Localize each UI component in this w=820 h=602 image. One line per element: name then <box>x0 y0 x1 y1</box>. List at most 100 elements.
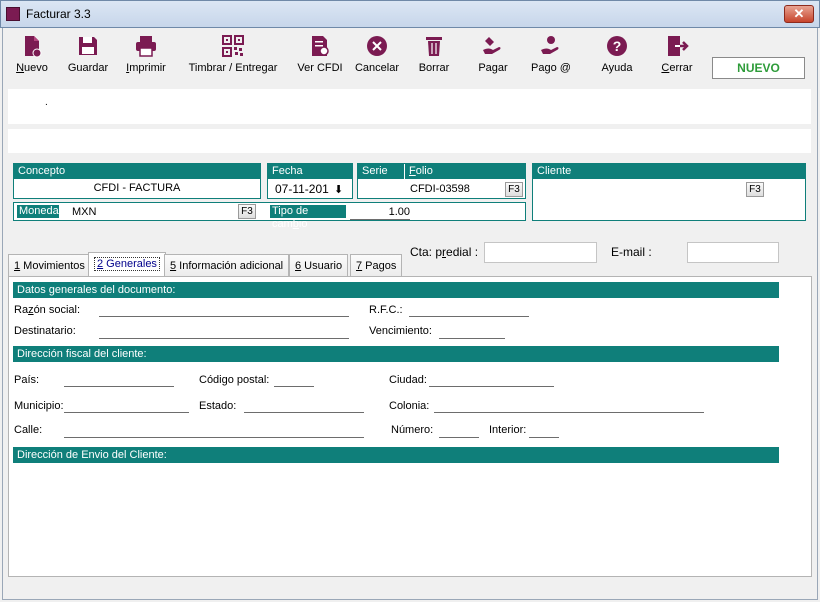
trash-icon <box>426 37 442 56</box>
codigo-postal-label: Código postal: <box>199 374 270 386</box>
concepto-label: Concepto <box>14 164 260 179</box>
borrar-label: Borrar <box>418 62 450 74</box>
cerrar-label: Cerrar <box>661 62 693 74</box>
ayuda-label: Ayuda <box>601 62 633 74</box>
save-icon <box>79 37 97 55</box>
serie-folio-group: Serie Folio CFDI-03598 F3 <box>357 163 526 199</box>
direccion-envio-header: Dirección de Envio del Cliente: <box>13 447 779 463</box>
close-window-button[interactable]: ✕ <box>784 5 814 23</box>
nuevo-button[interactable]: Nuevo <box>14 34 50 78</box>
vencimiento-label: Vencimiento: <box>369 325 432 337</box>
cliente-group: Cliente F3 <box>532 163 806 221</box>
numero-label: Número: <box>391 424 434 436</box>
info-dot: . <box>45 97 48 108</box>
timbrar-entregar-button[interactable]: Timbrar / Entregar <box>188 34 278 78</box>
fecha-value: 07-11-201 <box>275 182 329 196</box>
municipio-label: Municipio: <box>14 400 64 412</box>
borrar-button[interactable]: Borrar <box>415 34 453 78</box>
vencimiento-field[interactable] <box>439 338 505 339</box>
ver-cfdi-button[interactable]: Ver CFDI <box>297 34 343 78</box>
ciudad-label: Ciudad: <box>389 374 427 386</box>
estado-label: Estado: <box>199 400 237 412</box>
colonia-field[interactable] <box>434 412 704 413</box>
cliente-input[interactable] <box>537 181 765 197</box>
exit-icon <box>668 36 689 56</box>
window-title: Facturar 3.3 <box>26 7 91 21</box>
guardar-button[interactable]: Guardar <box>66 34 110 78</box>
email-input[interactable] <box>687 242 779 263</box>
interior-field[interactable] <box>529 437 559 438</box>
help-icon: ? <box>607 36 627 56</box>
rfc-field[interactable] <box>409 316 529 317</box>
pago-online-button[interactable]: Pago @ <box>528 34 574 78</box>
cancelar-button[interactable]: Cancelar <box>353 34 401 78</box>
tab-movimientos[interactable]: 1 Movimientos <box>8 254 91 276</box>
pais-label: País: <box>14 374 40 386</box>
codigo-postal-field[interactable] <box>274 386 314 387</box>
qr-code-icon <box>222 35 244 57</box>
folio-label: Folio <box>405 164 526 179</box>
destinatario-field[interactable] <box>99 338 349 339</box>
colonia-label: Colonia: <box>389 400 430 412</box>
cancel-icon <box>367 36 387 56</box>
tab-usuario[interactable]: 6 Usuario <box>289 254 349 276</box>
info-band-secondary <box>8 129 811 153</box>
ayuda-button[interactable]: ? Ayuda <box>597 34 637 78</box>
serie-label: Serie <box>358 164 404 179</box>
cta-predial-label: Cta: predial : <box>410 245 479 259</box>
pay-hand-icon <box>483 37 501 54</box>
guardar-label: Guardar <box>67 62 109 74</box>
ver-cfdi-label: Ver CFDI <box>297 62 343 74</box>
razon-social-field[interactable] <box>99 316 349 317</box>
print-icon <box>136 36 156 57</box>
cta-predial-input[interactable] <box>484 242 597 263</box>
calle-field[interactable] <box>64 437 364 438</box>
pago-online-label: Pago @ <box>531 62 571 74</box>
nuevo-label: Nuevo <box>16 62 48 74</box>
concepto-group: Concepto CFDI - FACTURA <box>13 163 261 199</box>
rfc-label: R.F.C.: <box>369 304 403 316</box>
fecha-group: Fecha 07-11-201 ⬇ <box>267 163 353 199</box>
fecha-label: Fecha <box>268 164 352 179</box>
moneda-group: Moneda MXN F3 Tipo de cambio 1.00 <box>13 202 526 230</box>
datos-generales-header: Datos generales del documento: <box>13 282 779 298</box>
pay-online-icon <box>541 36 559 54</box>
status-badge: NUEVO <box>712 57 805 79</box>
imprimir-button[interactable]: Imprimir <box>124 34 168 78</box>
cliente-label: Cliente <box>533 164 805 179</box>
estado-field[interactable] <box>244 412 364 413</box>
app-icon <box>6 7 20 21</box>
imprimir-label: Imprimir <box>126 62 166 74</box>
cliente-lookup-button[interactable]: F3 <box>746 182 764 197</box>
moneda-value[interactable]: MXN <box>72 206 96 218</box>
calle-label: Calle: <box>14 424 43 436</box>
direccion-fiscal-header: Dirección fiscal del cliente: <box>13 346 779 362</box>
destinatario-label: Destinatario: <box>14 325 76 337</box>
tab-generales[interactable]: 2 Generales <box>88 252 166 276</box>
ciudad-field[interactable] <box>429 386 554 387</box>
tipo-cambio-underline <box>350 219 410 220</box>
pagar-button[interactable]: Pagar <box>474 34 512 78</box>
folio-lookup-button[interactable]: F3 <box>505 182 523 197</box>
date-dropdown-icon[interactable]: ⬇ <box>334 183 343 196</box>
tipo-cambio-label: Tipo de cambio <box>270 205 346 230</box>
municipio-field[interactable] <box>64 412 189 413</box>
concepto-value[interactable]: CFDI - FACTURA <box>14 179 260 197</box>
cerrar-button[interactable]: Cerrar <box>657 34 697 78</box>
moneda-lookup-button[interactable]: F3 <box>238 204 256 219</box>
folio-value[interactable]: CFDI-03598 <box>410 183 470 195</box>
new-document-icon <box>25 36 42 58</box>
timbrar-label: Timbrar / Entregar <box>188 62 278 74</box>
numero-field[interactable] <box>439 437 479 438</box>
info-band <box>8 89 811 124</box>
interior-label: Interior: <box>489 424 527 436</box>
svg-text:?: ? <box>613 38 622 54</box>
title-bar <box>0 0 820 28</box>
tab-informacion-adicional[interactable]: 5 Información adicional <box>164 254 290 276</box>
view-document-icon <box>312 36 329 56</box>
pagar-label: Pagar <box>478 62 508 74</box>
cancelar-label: Cancelar <box>354 62 400 74</box>
tab-pagos[interactable]: 7 Pagos <box>350 254 403 276</box>
tipo-cambio-value[interactable]: 1.00 <box>354 206 410 218</box>
pais-field[interactable] <box>64 386 174 387</box>
